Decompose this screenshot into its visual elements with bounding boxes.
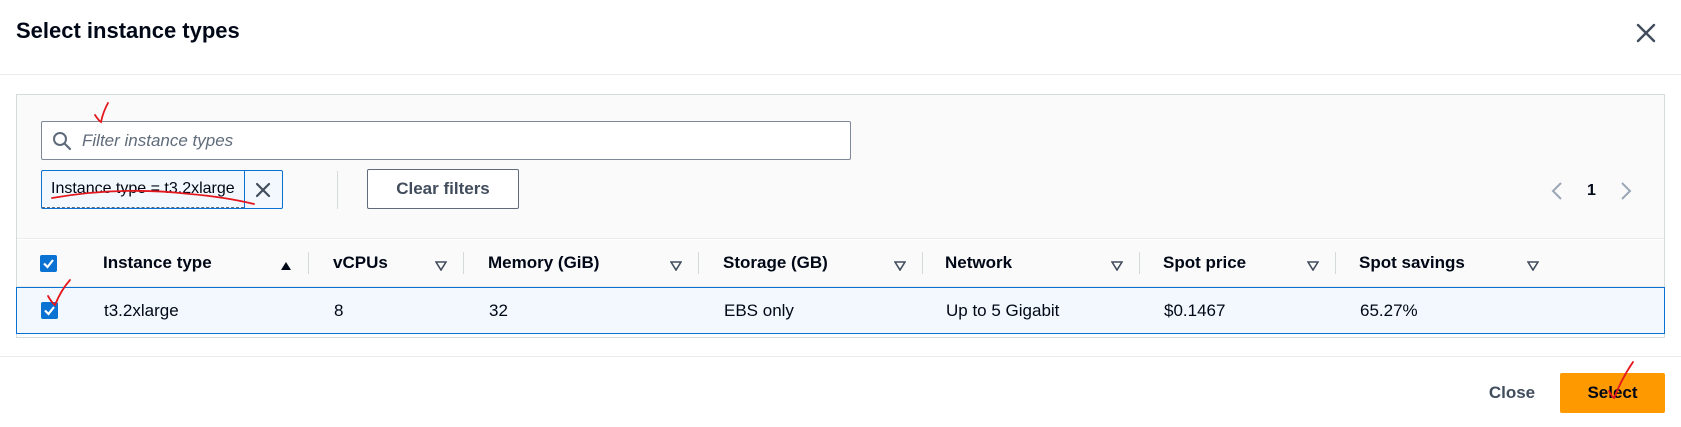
dismiss-token-icon[interactable] <box>243 171 282 208</box>
column-label: Instance type <box>103 253 212 272</box>
modal-title: Select instance types <box>16 18 240 43</box>
column-label: vCPUs <box>333 253 388 272</box>
select-button[interactable]: Select <box>1560 373 1665 413</box>
row-select-cell <box>41 288 58 333</box>
modal-footer: Close Select <box>0 356 1681 427</box>
filter-token: Instance type = t3.2xlarge <box>41 170 283 209</box>
search-icon <box>52 131 72 151</box>
chevron-left-icon[interactable] <box>1547 179 1567 203</box>
column-header-vcpus[interactable]: vCPUs <box>333 240 388 286</box>
filter-token-label[interactable]: Instance type = t3.2xlarge <box>42 171 244 208</box>
sort-icon[interactable] <box>893 258 907 272</box>
table-row[interactable]: t3.2xlarge 8 32 EBS only Up to 5 Gigabit… <box>16 287 1665 334</box>
column-divider <box>698 252 699 274</box>
instance-types-table: Instance type vCPUs Memory (GiB) Storage… <box>16 240 1665 334</box>
column-label: Network <box>945 253 1013 272</box>
sort-icon[interactable] <box>1306 258 1320 272</box>
filter-area: Instance type = t3.2xlarge Clear filters… <box>17 95 1664 239</box>
column-header-spot-price[interactable]: Spot price <box>1163 240 1246 286</box>
column-divider <box>308 252 309 274</box>
sort-icon[interactable] <box>669 258 683 272</box>
column-label: Spot savings <box>1359 253 1465 272</box>
column-header-spot-savings[interactable]: Spot savings <box>1359 240 1465 286</box>
cell-storage: EBS only <box>724 300 794 320</box>
column-header-memory[interactable]: Memory (GiB) <box>488 240 599 286</box>
close-button[interactable]: Close <box>1470 373 1554 413</box>
column-label: Memory (GiB) <box>488 253 600 272</box>
modal-header: Select instance types <box>0 0 1681 75</box>
table-header: Instance type vCPUs Memory (GiB) Storage… <box>17 240 1664 287</box>
search-field[interactable] <box>41 121 851 160</box>
sort-ascending-icon[interactable] <box>280 258 292 270</box>
column-header-network[interactable]: Network <box>945 240 1012 286</box>
row-checkbox[interactable] <box>41 302 58 319</box>
sort-icon[interactable] <box>434 258 448 272</box>
close-icon[interactable] <box>1632 19 1660 47</box>
cell-spot-price: $0.1467 <box>1164 300 1226 320</box>
column-divider <box>1139 252 1140 274</box>
chevron-right-icon[interactable] <box>1616 179 1636 203</box>
search-input[interactable] <box>82 122 842 159</box>
column-divider <box>922 252 923 274</box>
select-all-checkbox[interactable] <box>40 254 57 272</box>
cell-network: Up to 5 Gigabit <box>946 300 1060 320</box>
column-label: Spot price <box>1163 253 1247 272</box>
column-header-instance-type[interactable]: Instance type <box>103 240 212 286</box>
instance-types-panel: Instance type = t3.2xlarge Clear filters… <box>16 94 1665 338</box>
pagination: 1 <box>1547 179 1636 203</box>
cell-instance-type: t3.2xlarge <box>104 300 179 320</box>
divider <box>337 171 338 209</box>
select-all-cell <box>40 240 57 286</box>
column-divider <box>1335 252 1336 274</box>
column-header-storage[interactable]: Storage (GB) <box>723 240 828 286</box>
clear-filters-button[interactable]: Clear filters <box>367 169 519 209</box>
cell-vcpus: 8 <box>334 300 344 320</box>
cell-spot-savings: 65.27% <box>1360 300 1418 320</box>
cell-memory: 32 <box>489 300 508 320</box>
sort-icon[interactable] <box>1526 258 1540 272</box>
sort-icon[interactable] <box>1110 258 1124 272</box>
page-number[interactable]: 1 <box>1587 182 1596 200</box>
column-label: Storage (GB) <box>723 253 828 272</box>
column-divider <box>463 252 464 274</box>
